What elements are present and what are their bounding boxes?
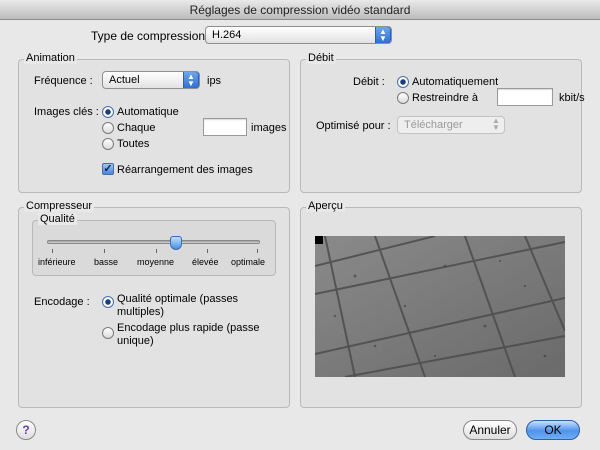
quality-slider-track[interactable] [47,240,260,244]
optimize-value: Télécharger [404,119,463,131]
reorder-frames-checkbox[interactable]: ✓ [102,163,114,175]
quality-level-label: basse [94,257,119,267]
frequency-popup[interactable]: Actuel ▲ ▼ [102,71,200,89]
compression-type-value: H.264 [212,29,242,41]
encoding-singlepass-radio[interactable] [102,327,114,339]
encoding-multipass-radio[interactable] [102,296,114,308]
quality-tick [257,249,258,253]
quality-group [32,220,276,276]
debit-limit-label: Restreindre à [412,92,479,104]
quality-level-label: inférieure [38,257,76,267]
quality-tick [207,249,208,253]
keyframes-every-label: Chaque [117,122,156,134]
quality-level-label: élevée [192,257,219,267]
compresseur-group-title: Compresseur [24,200,95,212]
encoding-label: Encodage : [34,296,90,308]
window-title: Réglages de compression vidéo standard [0,0,600,20]
debit-unit: kbit/s [559,92,585,104]
animation-group-title: Animation [24,52,77,64]
chevron-up-down-icon: ▲ ▼ [183,72,199,88]
compression-type-popup[interactable]: H.264 ▲ ▼ [205,26,392,44]
encoding-multipass-label: Qualité optimale (passes multiples) [117,293,239,318]
keyframes-automatic-label: Automatique [117,106,179,118]
preview-image [315,236,565,377]
encoding-singlepass-label: Encodage plus rapide (passe unique) [117,322,260,347]
frequency-value: Actuel [109,74,140,86]
quality-slider-knob[interactable] [170,236,182,250]
compression-type-label: Type de compression : [91,29,212,43]
debit-limit-radio[interactable] [397,92,409,104]
apercu-group-title: Aperçu [306,200,345,212]
keyframes-label: Images clés : [34,106,99,118]
keyframes-automatic-radio[interactable] [102,106,114,118]
keyframes-every-radio[interactable] [102,122,114,134]
stone-pavement-image [315,236,565,377]
keyframes-every-field[interactable] [203,118,247,136]
debit-group-title: Débit [306,52,336,64]
help-button[interactable]: ? [16,420,36,440]
debit-automatic-radio[interactable] [397,76,409,88]
checkmark-icon: ✓ [103,163,113,175]
quality-tick [52,249,53,253]
reorder-frames-label: Réarrangement des images [117,164,253,176]
quality-tick [104,249,105,253]
cancel-button[interactable]: Annuler [463,420,517,440]
help-icon: ? [22,423,30,437]
quality-level-label: optimale [231,257,266,267]
debit-automatic-label: Automatiquement [412,76,499,88]
quality-tick [156,249,157,253]
frequency-label: Fréquence : [34,75,93,87]
debit-limit-field[interactable] [497,88,553,106]
chevron-up-down-icon: ▲ ▼ [492,116,500,132]
keyframes-all-radio[interactable] [102,138,114,150]
keyframes-unit: images [251,122,287,134]
quality-group-title: Qualité [38,213,77,225]
keyframes-all-label: Toutes [117,138,150,150]
compression-settings-window: Réglages de compression vidéo standard T… [0,0,600,450]
ok-button[interactable]: OK [526,420,580,440]
quality-level-label: moyenne [137,257,175,267]
frequency-unit: ips [207,75,222,87]
chevron-up-down-icon: ▲ ▼ [375,27,391,43]
optimize-popup[interactable]: Télécharger ▲ ▼ [397,116,505,134]
debit-label: Débit : [353,76,385,88]
optimize-label: Optimisé pour : [316,120,391,132]
